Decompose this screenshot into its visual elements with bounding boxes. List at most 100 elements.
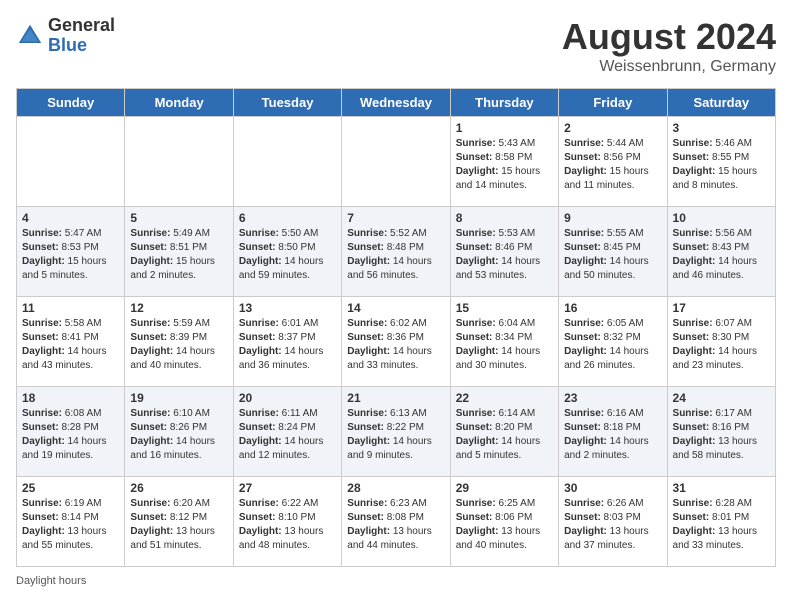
table-row: 5Sunrise: 5:49 AMSunset: 8:51 PMDaylight… — [125, 207, 233, 297]
table-row — [17, 117, 125, 207]
calendar-week-row: 11Sunrise: 5:58 AMSunset: 8:41 PMDayligh… — [17, 297, 776, 387]
calendar-header-thursday: Thursday — [450, 89, 558, 117]
day-number: 31 — [673, 481, 770, 495]
day-info: Daylight: 15 hours and 11 minutes. — [564, 165, 661, 193]
day-info: Sunrise: 6:13 AM — [347, 407, 444, 421]
day-info: Daylight: 14 hours and 56 minutes. — [347, 255, 444, 283]
table-row: 11Sunrise: 5:58 AMSunset: 8:41 PMDayligh… — [17, 297, 125, 387]
day-info: Daylight: 14 hours and 5 minutes. — [456, 435, 553, 463]
calendar-header-tuesday: Tuesday — [233, 89, 341, 117]
table-row: 9Sunrise: 5:55 AMSunset: 8:45 PMDaylight… — [559, 207, 667, 297]
day-info: Sunrise: 6:02 AM — [347, 317, 444, 331]
table-row: 6Sunrise: 5:50 AMSunset: 8:50 PMDaylight… — [233, 207, 341, 297]
day-info: Sunset: 8:48 PM — [347, 241, 444, 255]
day-info: Daylight: 13 hours and 58 minutes. — [673, 435, 770, 463]
table-row: 20Sunrise: 6:11 AMSunset: 8:24 PMDayligh… — [233, 387, 341, 477]
table-row: 17Sunrise: 6:07 AMSunset: 8:30 PMDayligh… — [667, 297, 775, 387]
table-row: 18Sunrise: 6:08 AMSunset: 8:28 PMDayligh… — [17, 387, 125, 477]
day-info: Sunrise: 6:01 AM — [239, 317, 336, 331]
day-info: Daylight: 14 hours and 40 minutes. — [130, 345, 227, 373]
table-row: 15Sunrise: 6:04 AMSunset: 8:34 PMDayligh… — [450, 297, 558, 387]
day-info: Sunrise: 6:19 AM — [22, 497, 119, 511]
day-info: Sunset: 8:03 PM — [564, 511, 661, 525]
day-info: Daylight: 14 hours and 23 minutes. — [673, 345, 770, 373]
table-row: 19Sunrise: 6:10 AMSunset: 8:26 PMDayligh… — [125, 387, 233, 477]
day-number: 4 — [22, 211, 119, 225]
table-row: 1 Sunrise: 5:43 AMSunset: 8:58 PMDaylight… — [450, 117, 558, 207]
day-info: Sunset: 8:39 PM — [130, 331, 227, 345]
day-number: 13 — [239, 301, 336, 315]
day-info: Sunset: 8:51 PM — [130, 241, 227, 255]
day-info: Daylight: 15 hours and 14 minutes. — [456, 165, 553, 193]
day-number: 9 — [564, 211, 661, 225]
calendar-table: SundayMondayTuesdayWednesdayThursdayFrid… — [16, 88, 776, 567]
day-number: 20 — [239, 391, 336, 405]
day-info: Sunset: 8:37 PM — [239, 331, 336, 345]
table-row: 24Sunrise: 6:17 AMSunset: 8:16 PMDayligh… — [667, 387, 775, 477]
day-number: 19 — [130, 391, 227, 405]
table-row: 3Sunrise: 5:46 AMSunset: 8:55 PMDaylight… — [667, 117, 775, 207]
day-number: 28 — [347, 481, 444, 495]
day-info: Daylight: 14 hours and 26 minutes. — [564, 345, 661, 373]
day-info: Daylight: 14 hours and 2 minutes. — [564, 435, 661, 463]
calendar-week-row: 1Sunrise: 5:43 AMSunset: 8:58 PMDaylight… — [17, 117, 776, 207]
month-title: August 2024 — [562, 16, 776, 58]
logo: General Blue — [16, 16, 115, 56]
logo-icon — [16, 22, 44, 50]
day-info: Sunrise: 6:07 AM — [673, 317, 770, 331]
day-info: Sunrise: 5:49 AM — [130, 227, 227, 241]
day-info: Sunrise: 5:47 AM — [22, 227, 119, 241]
day-number: 16 — [564, 301, 661, 315]
day-info: Sunset: 8:34 PM — [456, 331, 553, 345]
day-info: Sunrise: 6:05 AM — [564, 317, 661, 331]
day-number: 6 — [239, 211, 336, 225]
day-info: Sunset: 8:28 PM — [22, 421, 119, 435]
day-number: 12 — [130, 301, 227, 315]
day-info: Sunset: 8:18 PM — [564, 421, 661, 435]
calendar-header-friday: Friday — [559, 89, 667, 117]
day-info: Daylight: 14 hours and 46 minutes. — [673, 255, 770, 283]
day-info: Sunrise: 5:43 AM — [456, 137, 553, 151]
day-info: Sunset: 8:55 PM — [673, 151, 770, 165]
day-number: 15 — [456, 301, 553, 315]
day-info: Sunset: 8:24 PM — [239, 421, 336, 435]
day-info: Sunset: 8:30 PM — [673, 331, 770, 345]
day-info: Daylight: 14 hours and 50 minutes. — [564, 255, 661, 283]
day-info: Sunrise: 6:17 AM — [673, 407, 770, 421]
day-number: 10 — [673, 211, 770, 225]
day-number: 18 — [22, 391, 119, 405]
day-info: Sunrise: 5:59 AM — [130, 317, 227, 331]
day-number: 1 — [456, 121, 553, 135]
day-number: 8 — [456, 211, 553, 225]
day-info: Sunrise: 6:16 AM — [564, 407, 661, 421]
day-info: Daylight: 14 hours and 33 minutes. — [347, 345, 444, 373]
calendar-header-saturday: Saturday — [667, 89, 775, 117]
day-info: Daylight: 13 hours and 44 minutes. — [347, 525, 444, 553]
day-info: Sunset: 8:58 PM — [456, 151, 553, 165]
day-number: 3 — [673, 121, 770, 135]
day-number: 5 — [130, 211, 227, 225]
day-info: Sunrise: 5:58 AM — [22, 317, 119, 331]
day-info: Sunrise: 6:28 AM — [673, 497, 770, 511]
day-info: Sunset: 8:12 PM — [130, 511, 227, 525]
day-info: Sunrise: 6:22 AM — [239, 497, 336, 511]
table-row: 14Sunrise: 6:02 AMSunset: 8:36 PMDayligh… — [342, 297, 450, 387]
calendar-week-row: 25Sunrise: 6:19 AMSunset: 8:14 PMDayligh… — [17, 477, 776, 567]
day-number: 14 — [347, 301, 444, 315]
day-info: Sunset: 8:01 PM — [673, 511, 770, 525]
day-info: Daylight: 14 hours and 30 minutes. — [456, 345, 553, 373]
day-info: Sunset: 8:56 PM — [564, 151, 661, 165]
day-number: 30 — [564, 481, 661, 495]
day-number: 2 — [564, 121, 661, 135]
day-info: Sunset: 8:22 PM — [347, 421, 444, 435]
logo-text: General Blue — [48, 16, 115, 56]
day-info: Sunset: 8:26 PM — [130, 421, 227, 435]
day-info: Daylight: 14 hours and 43 minutes. — [22, 345, 119, 373]
day-info: Sunrise: 6:10 AM — [130, 407, 227, 421]
day-info: Daylight: 13 hours and 51 minutes. — [130, 525, 227, 553]
day-number: 24 — [673, 391, 770, 405]
table-row: 12 Sunrise: 5:59 AMSunset: 8:39 PMDayligh… — [125, 297, 233, 387]
day-number: 11 — [22, 301, 119, 315]
day-info: Sunrise: 6:20 AM — [130, 497, 227, 511]
table-row: 31Sunrise: 6:28 AMSunset: 8:01 PMDayligh… — [667, 477, 775, 567]
